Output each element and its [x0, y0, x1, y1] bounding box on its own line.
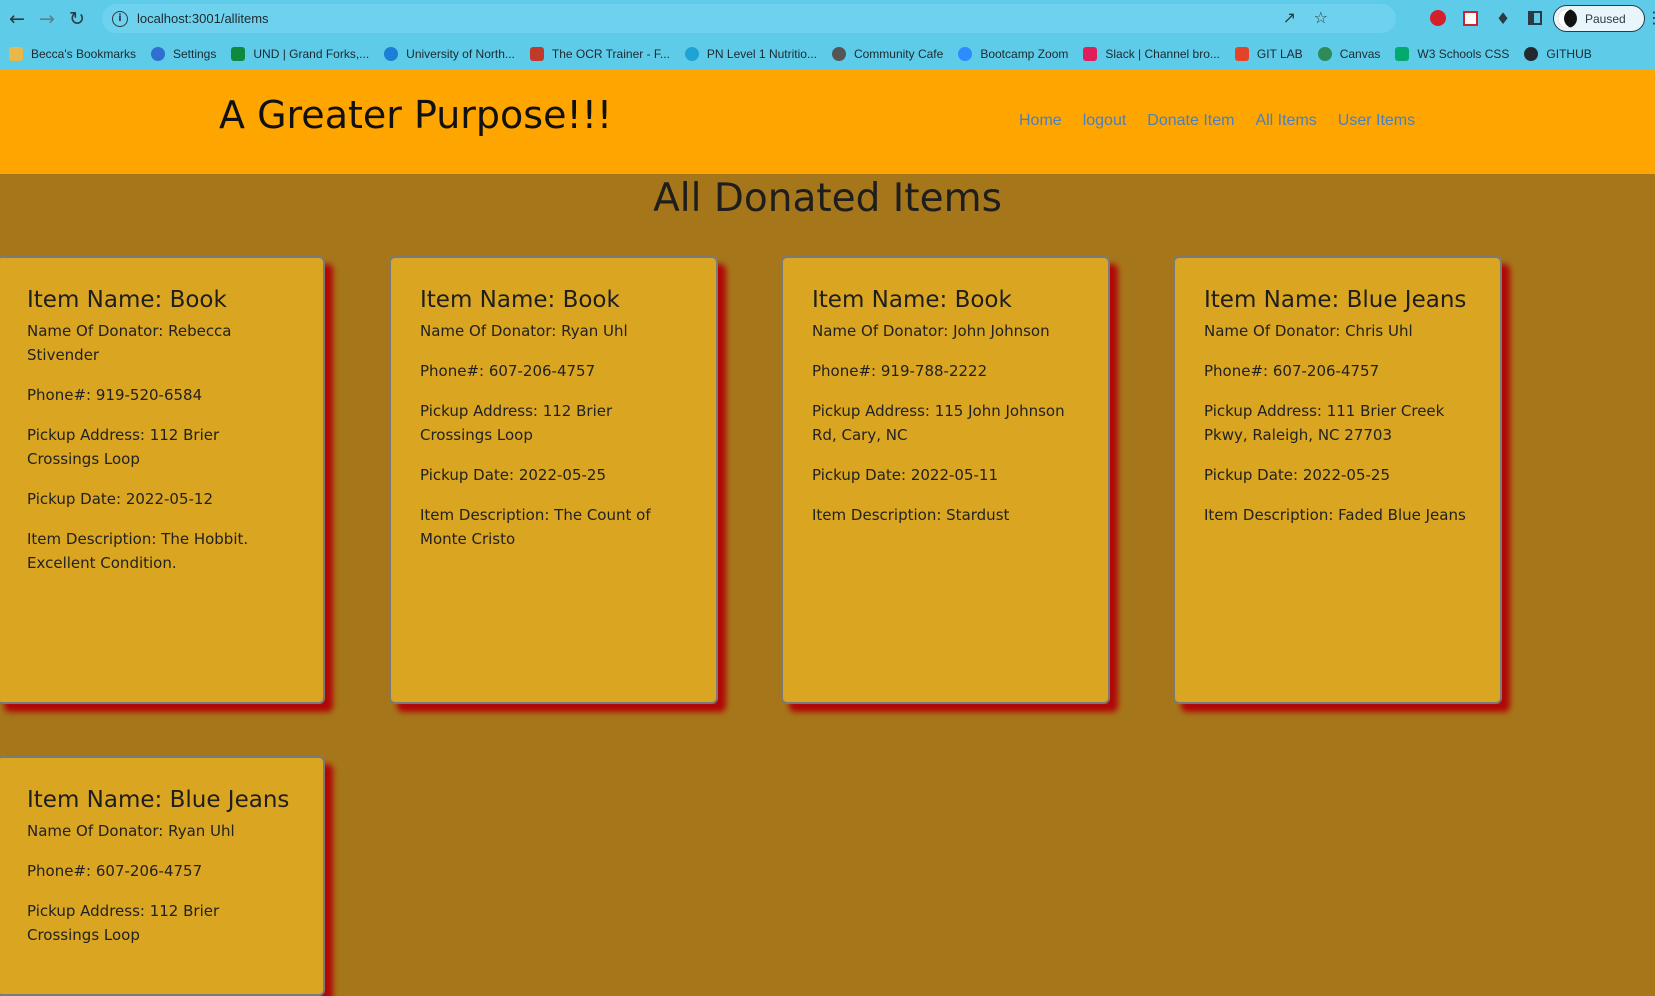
item-description: Item Description: The Hobbit. Excellent … [27, 530, 249, 572]
reload-icon[interactable]: ↻ [62, 4, 92, 34]
bookmark-item[interactable]: Bootcamp Zoom [958, 46, 1069, 61]
item-pickup-address: Pickup Address: 111 Brier Creek Pkwy, Ra… [1204, 402, 1445, 444]
folder-icon [9, 46, 23, 61]
extensions-puzzle-icon[interactable]: ♦ [1493, 8, 1513, 28]
item-pickup-address: Pickup Address: 112 Brier Crossings Loop [420, 402, 613, 444]
bookmark-item[interactable]: Becca's Bookmarks [9, 46, 136, 61]
bookmark-item[interactable]: PN Level 1 Nutritio... [684, 46, 817, 61]
item-pickup-date: Pickup Date: 2022-05-25 [1204, 466, 1390, 484]
gitlab-icon [1234, 46, 1249, 61]
item-pickup-address: Pickup Address: 112 Brier Crossings Loop [27, 902, 220, 944]
extension-icon[interactable] [1460, 8, 1480, 28]
ocr-icon [529, 46, 544, 61]
github-icon [1524, 46, 1539, 61]
bookmark-item[interactable]: The OCR Trainer - F... [529, 46, 670, 61]
bookmark-item[interactable]: Slack | Channel bro... [1083, 46, 1220, 61]
item-donator: Name Of Donator: John Johnson [812, 322, 1050, 340]
site-info-icon[interactable]: i [112, 10, 128, 27]
item-donator: Name Of Donator: Chris Uhl [1204, 322, 1413, 340]
nav-link-donate-item[interactable]: Donate Item [1147, 112, 1234, 130]
w3-icon [1395, 46, 1410, 61]
bookmark-item[interactable]: GIT LAB [1234, 46, 1303, 61]
und-logo-icon [231, 46, 246, 61]
item-donator: Name Of Donator: Ryan Uhl [27, 822, 235, 840]
site-header: A Greater Purpose!!! Home logout Donate … [0, 70, 1655, 174]
ad-blocker-extension-icon[interactable] [1428, 8, 1448, 28]
item-name: Item Name: Book [27, 287, 227, 313]
nav-link-user-items[interactable]: User Items [1338, 112, 1415, 130]
bookmark-item[interactable]: W3 Schools CSS [1395, 46, 1510, 61]
bookmark-item[interactable]: University of North... [384, 46, 515, 61]
cloud-icon [384, 46, 399, 61]
bookmark-item[interactable]: GITHUB [1524, 46, 1592, 61]
avatar [1558, 9, 1577, 28]
pn-icon [684, 46, 699, 61]
page-title: All Donated Items [653, 176, 1002, 221]
item-phone: Phone#: 919-520-6584 [27, 386, 203, 404]
item-description: Item Description: Faded Blue Jeans [1204, 506, 1466, 524]
item-card: Item Name: Book Name Of Donator: Rebecca… [0, 256, 325, 704]
nav-link-home[interactable]: Home [1019, 112, 1062, 130]
slack-icon [1083, 46, 1098, 61]
chrome-icon [831, 46, 846, 61]
gear-icon [151, 46, 165, 61]
browser-toolbar: ← → ↻ i localhost:3001/allitems ↗ ☆ ♦ Pa… [0, 0, 1655, 37]
bookmark-label: Community Cafe [853, 46, 944, 61]
bookmark-item[interactable]: Canvas [1317, 46, 1381, 61]
forward-arrow-icon[interactable]: → [32, 4, 62, 34]
bookmark-label: Becca's Bookmarks [31, 46, 136, 61]
bookmark-label: Slack | Channel bro... [1105, 46, 1220, 61]
item-pickup-date: Pickup Date: 2022-05-11 [812, 466, 998, 484]
browser-menu-icon[interactable]: ⋮ [1646, 8, 1655, 27]
profile-status: Paused [1585, 11, 1626, 26]
item-name: Item Name: Book [812, 287, 1012, 313]
bookmark-star-icon[interactable]: ☆ [1314, 8, 1328, 27]
item-card: Item Name: Book Name Of Donator: John Jo… [781, 256, 1110, 704]
item-pickup-address: Pickup Address: 115 John Johnson Rd, Car… [812, 402, 1065, 444]
item-pickup-date: Pickup Date: 2022-05-12 [27, 490, 213, 508]
bookmarks-bar: Becca's Bookmarks Settings UND | Grand F… [0, 37, 1655, 70]
item-card: Item Name: Blue Jeans Name Of Donator: R… [0, 756, 325, 996]
address-bar[interactable]: i localhost:3001/allitems ↗ ☆ [102, 4, 1396, 33]
bookmark-label: Settings [173, 46, 217, 61]
item-phone: Phone#: 607-206-4757 [420, 362, 596, 380]
url-text[interactable]: localhost:3001/allitems [137, 11, 269, 26]
bookmark-label: PN Level 1 Nutritio... [706, 46, 817, 61]
item-donator: Name Of Donator: Ryan Uhl [420, 322, 628, 340]
item-description: Item Description: The Count of Monte Cri… [420, 506, 651, 548]
item-pickup-date: Pickup Date: 2022-05-25 [420, 466, 606, 484]
bookmark-label: W3 Schools CSS [1417, 46, 1510, 61]
bookmark-item[interactable]: Settings [151, 46, 217, 61]
item-name: Item Name: Blue Jeans [27, 787, 290, 813]
item-phone: Phone#: 919-788-2222 [812, 362, 988, 380]
bookmark-label: GIT LAB [1256, 46, 1303, 61]
item-pickup-address: Pickup Address: 112 Brier Crossings Loop [27, 426, 220, 468]
share-icon[interactable]: ↗ [1283, 8, 1296, 27]
item-name: Item Name: Blue Jeans [1204, 287, 1467, 313]
item-donator: Name Of Donator: Rebecca Stivender [27, 322, 232, 364]
profile-button[interactable]: Paused [1553, 5, 1645, 32]
item-phone: Phone#: 607-206-4757 [1204, 362, 1380, 380]
item-card: Item Name: Book Name Of Donator: Ryan Uh… [389, 256, 718, 704]
canvas-icon [1317, 46, 1332, 61]
item-phone: Phone#: 607-206-4757 [27, 862, 203, 880]
zoom-icon [958, 46, 973, 61]
item-name: Item Name: Book [420, 287, 620, 313]
nav-link-logout[interactable]: logout [1083, 112, 1127, 130]
main-nav: Home logout Donate Item All Items User I… [1019, 112, 1436, 130]
bookmark-label: Canvas [1339, 46, 1381, 61]
item-description: Item Description: Stardust [812, 506, 1010, 524]
back-arrow-icon[interactable]: ← [2, 4, 32, 34]
bookmark-label: UND | Grand Forks,... [253, 46, 370, 61]
nav-link-all-items[interactable]: All Items [1255, 112, 1316, 130]
side-panel-icon[interactable] [1525, 8, 1545, 28]
bookmark-label: The OCR Trainer - F... [551, 46, 670, 61]
bookmark-item[interactable]: Community Cafe [831, 46, 944, 61]
bookmark-label: University of North... [406, 46, 515, 61]
item-card: Item Name: Blue Jeans Name Of Donator: C… [1173, 256, 1502, 704]
site-brand[interactable]: A Greater Purpose!!! [219, 93, 612, 137]
bookmark-label: GITHUB [1546, 46, 1592, 61]
bookmark-item[interactable]: UND | Grand Forks,... [231, 46, 370, 61]
bookmark-label: Bootcamp Zoom [980, 46, 1069, 61]
